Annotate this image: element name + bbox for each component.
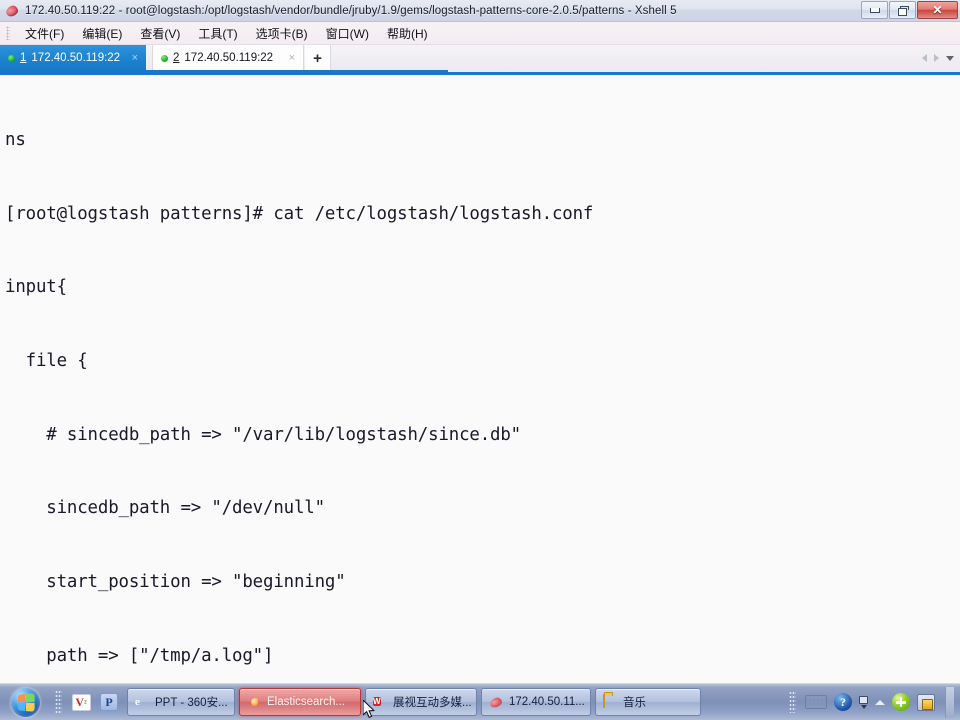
help-icon[interactable]: ?	[834, 693, 852, 711]
session-tab-bar: 1 172.40.50.119:22 × 2 172.40.50.119:22 …	[0, 44, 960, 71]
restore-button[interactable]	[889, 1, 916, 19]
pplive-icon: P	[100, 693, 118, 711]
tab-2-label: 172.40.50.119:22	[184, 52, 274, 64]
tab-nav-controls	[922, 45, 954, 71]
taskbar-button-label: 172.40.50.11...	[509, 696, 585, 708]
connection-status-dot-icon	[161, 54, 168, 62]
terminal-line: input{	[5, 277, 67, 298]
tab-1-label: 172.40.50.119:22	[31, 52, 121, 64]
tab-1-close-icon[interactable]: ×	[126, 52, 138, 64]
tab-session-1[interactable]: 1 172.40.50.119:22 ×	[0, 45, 146, 71]
taskbar-button-xshell[interactable]: 172.40.50.11...	[481, 688, 591, 716]
menu-item-view[interactable]: 查看(V)	[131, 23, 189, 44]
desktop-root: 172.40.50.119:22 - root@logstash:/opt/lo…	[0, 0, 960, 720]
menu-item-help[interactable]: 帮助(H)	[378, 23, 437, 44]
menu-item-file[interactable]: 文件(F)	[16, 23, 73, 44]
scroll-tabs-left-icon[interactable]	[922, 54, 927, 62]
minimize-button[interactable]	[861, 1, 888, 19]
close-button[interactable]: ✕	[917, 1, 958, 19]
tab-session-2[interactable]: 2 172.40.50.119:22 ×	[152, 45, 304, 71]
xshell-app-icon	[4, 3, 20, 19]
windows-taskbar: V² P PPT - 360安... Elasticsearch... W 展视…	[0, 683, 960, 720]
tray-grip-icon[interactable]	[789, 691, 796, 713]
word-document-icon: W	[373, 696, 381, 706]
xshell-icon	[489, 696, 504, 709]
terminal-line: start_position => "beginning"	[5, 571, 346, 592]
taskbar-button-music[interactable]: 音乐	[595, 688, 701, 716]
youdao-dict-icon: V²	[71, 693, 91, 711]
connection-status-dot-icon	[8, 54, 15, 62]
folder-icon	[603, 693, 618, 710]
tab-1-number: 1	[20, 52, 27, 64]
menu-item-tools[interactable]: 工具(T)	[189, 23, 246, 44]
firefox-icon	[247, 695, 262, 710]
tab-2-close-icon[interactable]: ×	[283, 52, 295, 64]
taskbar-button-zhanshi[interactable]: W 展视互动多媒...	[365, 688, 477, 716]
scroll-tabs-right-icon[interactable]	[934, 54, 939, 62]
menu-item-tabs[interactable]: 选项卡(B)	[247, 23, 317, 44]
menu-grip-icon[interactable]	[6, 26, 10, 40]
taskbar-button-label: 展视互动多媒...	[393, 697, 472, 709]
window-controls: ✕	[861, 1, 958, 19]
ime-keyboard-icon[interactable]	[805, 695, 827, 709]
start-button[interactable]	[3, 687, 47, 718]
show-hidden-icons-icon[interactable]	[875, 699, 885, 705]
quick-launch-grip-icon[interactable]	[55, 690, 62, 714]
menu-bar: 文件(F) 编辑(E) 查看(V) 工具(T) 选项卡(B) 窗口(W) 帮助(…	[0, 22, 960, 44]
window-title: 172.40.50.119:22 - root@logstash:/opt/lo…	[25, 4, 677, 17]
window-switch-icon[interactable]	[859, 695, 868, 709]
ie-browser-icon	[135, 695, 150, 710]
menu-item-window[interactable]: 窗口(W)	[317, 23, 378, 44]
taskbar-button-ppt-360[interactable]: PPT - 360安...	[127, 688, 235, 716]
new-tab-button[interactable]: +	[305, 45, 331, 71]
tab-list-dropdown-icon[interactable]	[946, 55, 954, 61]
tab-2-number: 2	[173, 52, 180, 64]
terminal-line: [root@logstash patterns]# cat /etc/logst…	[5, 203, 594, 224]
window-title-bar[interactable]: 172.40.50.119:22 - root@logstash:/opt/lo…	[0, 0, 960, 22]
terminal-output[interactable]: ns [root@logstash patterns]# cat /etc/lo…	[0, 75, 960, 683]
terminal-line: # sincedb_path => "/var/lib/logstash/sin…	[5, 424, 522, 445]
terminal-line: ns	[5, 130, 26, 151]
security-center-icon[interactable]	[917, 693, 935, 711]
show-desktop-button[interactable]	[945, 686, 954, 718]
terminal-line: file {	[5, 351, 88, 372]
terminal-line: path => ["/tmp/a.log"]	[5, 645, 274, 666]
windows-logo-icon	[10, 687, 40, 717]
quick-launch-pplive[interactable]: P	[95, 688, 123, 716]
taskbar-button-label: 音乐	[623, 697, 646, 709]
system-tray: ?	[789, 684, 960, 720]
taskbar-button-label: Elasticsearch...	[267, 696, 345, 708]
quick-launch-youdao[interactable]: V²	[67, 688, 95, 716]
taskbar-button-label: PPT - 360安...	[155, 697, 228, 709]
terminal-line: sincedb_path => "/dev/null"	[5, 498, 325, 519]
360-safeguard-icon[interactable]	[892, 693, 910, 711]
taskbar-button-elasticsearch[interactable]: Elasticsearch...	[239, 688, 361, 716]
menu-item-edit[interactable]: 编辑(E)	[73, 23, 131, 44]
